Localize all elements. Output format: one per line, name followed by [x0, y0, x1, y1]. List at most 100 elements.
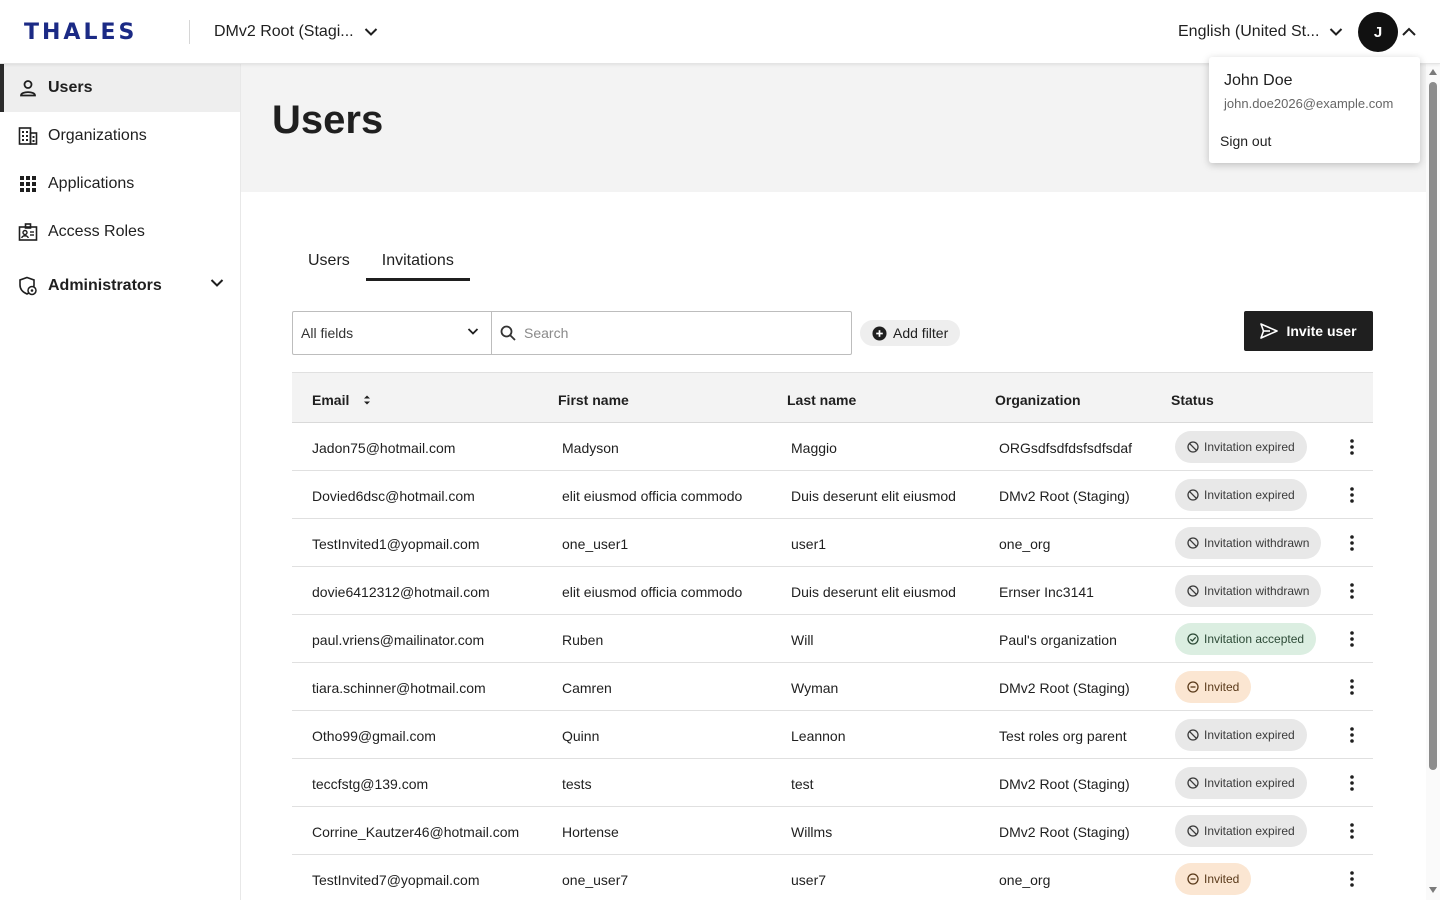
more-vertical-icon — [1350, 871, 1354, 887]
cell-email: Dovied6dsc@hotmail.com — [312, 488, 475, 504]
cell-organization: Test roles org parent — [999, 728, 1127, 744]
row-actions-button[interactable] — [1342, 677, 1362, 697]
cell-organization: DMv2 Root (Staging) — [999, 776, 1130, 792]
table-row[interactable]: TestInvited7@yopmail.com one_user7 user7 on… — [292, 855, 1373, 900]
cell-organization: DMv2 Root (Staging) — [999, 824, 1130, 840]
building-icon — [18, 126, 38, 146]
row-actions-button[interactable] — [1342, 581, 1362, 601]
table-row[interactable]: Dovied6dsc@hotmail.com elit eiusmod offic… — [292, 471, 1373, 519]
minus-circle-icon — [1187, 681, 1199, 693]
chevron-up-icon[interactable] — [1401, 25, 1417, 39]
more-vertical-icon — [1350, 583, 1354, 599]
cell-email: Otho99@gmail.com — [312, 728, 436, 744]
shield-gear-icon — [18, 276, 38, 296]
status-badge: Invitation accepted — [1175, 623, 1317, 655]
user-menu-email: john.doe2026@example.com — [1224, 96, 1394, 111]
table-row[interactable]: TestInvited1@yopmail.com one_user1 user1 on… — [292, 519, 1373, 567]
language-selector-label: English (United St... — [1178, 23, 1320, 40]
table-row[interactable]: paul.vriens@mailinator.com Ruben Will Paul'… — [292, 615, 1373, 663]
search-field[interactable] — [491, 311, 852, 355]
cell-first-name: Camren — [562, 680, 612, 696]
row-actions-button[interactable] — [1342, 821, 1362, 841]
row-actions-button[interactable] — [1342, 773, 1362, 793]
more-vertical-icon — [1350, 775, 1354, 791]
chevron-down-icon[interactable] — [210, 278, 224, 288]
organization-selector[interactable]: DMv2 Root (Stagi... — [214, 20, 378, 44]
status-badge: Invitation expired — [1175, 815, 1307, 847]
cell-email: TestInvited1@yopmail.com — [312, 536, 480, 552]
add-filter-button[interactable]: Add filter — [860, 320, 961, 346]
cell-organization: DMv2 Root (Staging) — [999, 680, 1130, 696]
cell-first-name: elit eiusmod officia commodo — [562, 584, 743, 600]
cell-first-name: Ruben — [562, 632, 604, 648]
cell-organization: Paul's organization — [999, 632, 1117, 648]
row-actions-button[interactable] — [1342, 869, 1362, 889]
status-label: Invitation expired — [1204, 824, 1295, 838]
search-input[interactable] — [524, 325, 824, 341]
row-actions-button[interactable] — [1342, 725, 1362, 745]
cell-first-name: elit eiusmod officia commodo — [562, 488, 743, 504]
chevron-down-icon — [1330, 28, 1343, 36]
user-avatar[interactable]: J — [1358, 12, 1398, 52]
cell-last-name: Duis deserunt elit eiusmod — [791, 584, 956, 600]
cell-first-name: one_user1 — [562, 536, 629, 552]
invite-user-label: Invite user — [1286, 323, 1357, 339]
sidebar-item-administrators[interactable]: Administrators — [0, 262, 240, 310]
row-actions-button[interactable] — [1342, 629, 1362, 649]
cell-organization: one_org — [999, 872, 1051, 888]
prohibited-icon — [1187, 729, 1199, 741]
field-select[interactable]: All fields — [292, 311, 492, 355]
sidebar-item-label: Organizations — [48, 127, 147, 144]
row-actions-button[interactable] — [1342, 437, 1362, 457]
scroll-down-arrow-icon[interactable] — [1428, 886, 1438, 894]
tab-invitations[interactable]: Invitations — [365, 244, 470, 281]
table-body: Jadon75@hotmail.com Madyson Maggio ORGsdfsd… — [292, 423, 1373, 900]
sidebar-item-users[interactable]: Users — [0, 64, 240, 112]
language-selector[interactable]: English (United St... — [1178, 20, 1343, 44]
column-header-email[interactable]: Email — [312, 392, 371, 408]
sidebar-item-label: Users — [48, 79, 93, 96]
status-badge: Invitation expired — [1175, 479, 1307, 511]
row-actions-button[interactable] — [1342, 533, 1362, 553]
invitations-table: Email First name Last name Organization … — [292, 372, 1373, 900]
column-header-organization[interactable]: Organization — [995, 392, 1081, 408]
cell-last-name: Wyman — [791, 680, 839, 696]
sidebar-item-organizations[interactable]: Organizations — [0, 112, 240, 160]
status-label: Invitation expired — [1204, 440, 1295, 454]
status-label: Invitation accepted — [1204, 632, 1305, 646]
cell-organization: one_org — [999, 536, 1051, 552]
scrollbar-thumb[interactable] — [1429, 82, 1437, 770]
table-row[interactable]: tiara.schinner@hotmail.com Camren Wyman DMv… — [292, 663, 1373, 711]
status-label: Invitation withdrawn — [1204, 584, 1310, 598]
send-icon — [1260, 323, 1279, 339]
scroll-up-arrow-icon[interactable] — [1428, 68, 1438, 76]
more-vertical-icon — [1350, 823, 1354, 839]
check-circle-icon — [1187, 633, 1199, 645]
thales-logo[interactable]: THALES — [24, 20, 137, 45]
sign-out-link[interactable]: Sign out — [1220, 133, 1271, 149]
status-badge: Invited — [1175, 863, 1252, 895]
tab-users[interactable]: Users — [292, 244, 366, 281]
table-row[interactable]: dovie6412312@hotmail.com elit eiusmod off… — [292, 567, 1373, 615]
row-actions-button[interactable] — [1342, 485, 1362, 505]
status-label: Invitation withdrawn — [1204, 536, 1310, 550]
sidebar-item-label: Administrators — [48, 277, 162, 294]
status-badge: Invitation expired — [1175, 767, 1307, 799]
prohibited-icon — [1187, 537, 1199, 549]
sort-icon[interactable] — [363, 394, 371, 406]
invite-user-button[interactable]: Invite user — [1244, 311, 1373, 351]
search-icon — [500, 325, 516, 341]
column-header-first-name[interactable]: First name — [558, 392, 629, 408]
sidebar-item-applications[interactable]: Applications — [0, 160, 240, 208]
cell-last-name: test — [791, 776, 814, 792]
column-header-status[interactable]: Status — [1171, 392, 1214, 408]
cell-first-name: one_user7 — [562, 872, 629, 888]
table-row[interactable]: Otho99@gmail.com Quinn Leannon Test roles o… — [292, 711, 1373, 759]
column-header-last-name[interactable]: Last name — [787, 392, 856, 408]
table-row[interactable]: teccfstg@139.com tests test DMv2 Root (Stag… — [292, 759, 1373, 807]
sidebar-item-access-roles[interactable]: Access Roles — [0, 208, 240, 256]
table-row[interactable]: Jadon75@hotmail.com Madyson Maggio ORGsdfsd… — [292, 423, 1373, 471]
column-label: Email — [312, 392, 350, 408]
table-row[interactable]: Corrine_Kautzer46@hotmail.com Hortense Wil… — [292, 807, 1373, 855]
header-divider — [189, 20, 190, 44]
